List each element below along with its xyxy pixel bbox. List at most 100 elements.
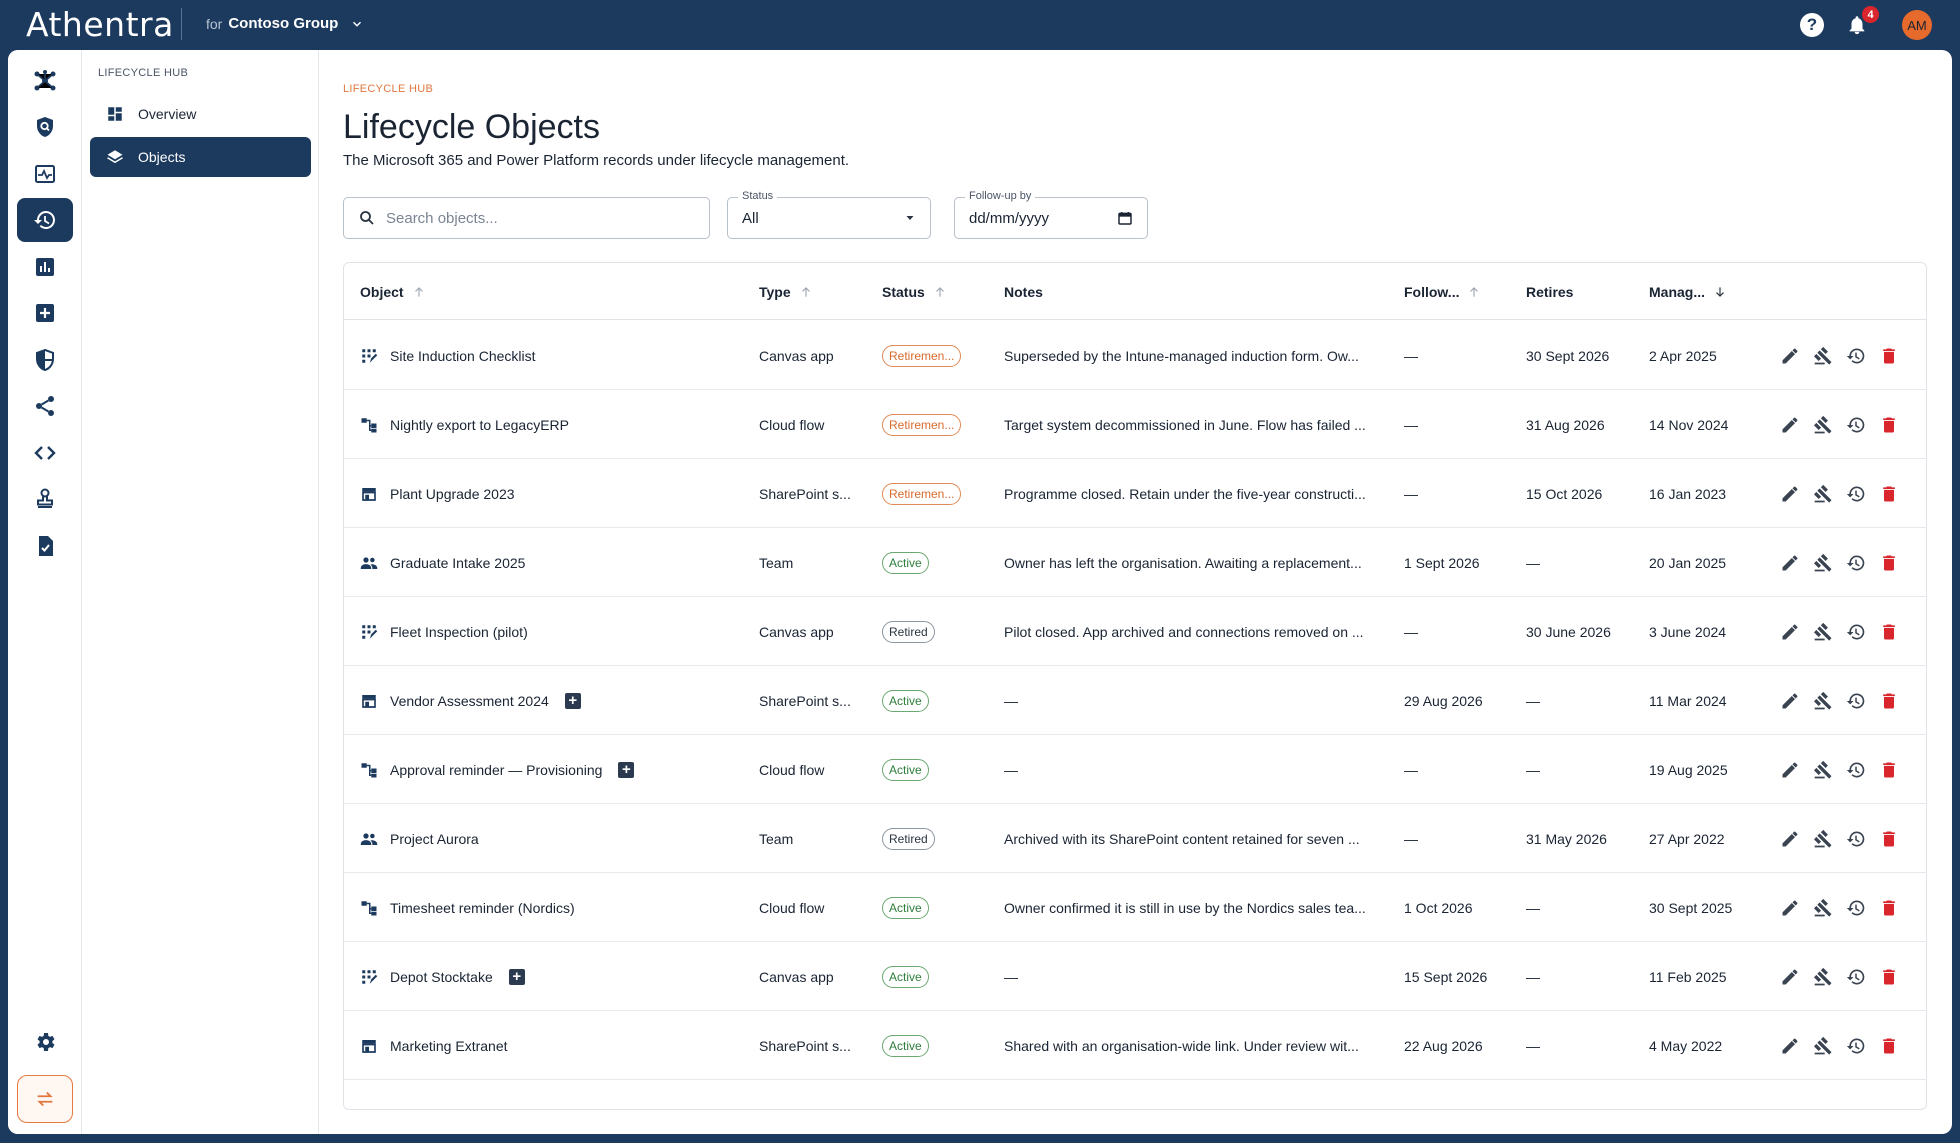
history-icon[interactable] [1846,1036,1866,1056]
table-row[interactable]: Nightly export to LegacyERP Cloud flow Ret… [344,390,1926,459]
rail-item-settings[interactable] [17,1020,73,1064]
table-row[interactable]: Graduate Intake 2025 Team Active Owner has … [344,528,1926,597]
delete-icon[interactable] [1879,553,1899,573]
rail-item-protection[interactable] [17,338,73,382]
delete-icon[interactable] [1879,967,1899,987]
table-row[interactable]: Timesheet reminder (Nordics) Cloud flow Ac… [344,873,1926,942]
gavel-icon[interactable] [1813,967,1833,987]
edit-icon[interactable] [1780,760,1800,780]
delete-icon[interactable] [1879,1036,1899,1056]
column-header-object[interactable]: Object [360,263,426,320]
column-header-notes[interactable]: Notes [1004,263,1043,320]
rail-item-reports[interactable] [17,245,73,289]
rail-item-compliance[interactable] [17,524,73,568]
notifications-button[interactable]: 4 [1844,5,1880,39]
edit-icon[interactable] [1780,415,1800,435]
delete-icon[interactable] [1879,622,1899,642]
column-header-followup[interactable]: Follow... [1404,263,1481,320]
edit-icon[interactable] [1780,898,1800,918]
history-icon[interactable] [1846,553,1866,573]
rail-item-security-search[interactable] [17,105,73,149]
followup-date-field[interactable]: Follow-up by dd/mm/yyyy [954,190,1148,239]
subnav-item-overview[interactable]: Overview [90,94,311,134]
delete-icon[interactable] [1879,691,1899,711]
table-row[interactable]: Project Aurora Team Retired Archived with i… [344,804,1926,873]
search-input[interactable] [386,209,686,227]
history-icon[interactable] [1846,346,1866,366]
delete-icon[interactable] [1879,484,1899,504]
history-icon[interactable] [1846,760,1866,780]
history-icon[interactable] [1846,415,1866,435]
history-icon[interactable] [1846,484,1866,504]
object-cell[interactable]: Vendor Assessment 2024 + [360,666,581,735]
search-box[interactable] [343,197,710,239]
gavel-icon[interactable] [1813,484,1833,504]
edit-icon[interactable] [1780,553,1800,573]
column-header-type[interactable]: Type [759,263,813,320]
tenant-switcher[interactable]: for Contoso Group [206,15,364,32]
object-cell[interactable]: Approval reminder — Provisioning + [360,735,635,804]
gavel-icon[interactable] [1813,691,1833,711]
add-box-icon[interactable]: + [618,761,635,778]
rail-item-approvals[interactable] [17,477,73,521]
help-icon[interactable]: ? [1800,13,1824,37]
edit-icon[interactable] [1780,346,1800,366]
object-cell[interactable]: Marketing Extranet [360,1011,508,1080]
gavel-icon[interactable] [1813,829,1833,849]
edit-icon[interactable] [1780,622,1800,642]
object-cell[interactable]: Graduate Intake 2025 [360,528,525,597]
delete-icon[interactable] [1879,829,1899,849]
status-select[interactable]: Status All [727,190,931,239]
table-row[interactable]: Plant Upgrade 2023 SharePoint s... Retirem… [344,459,1926,528]
rail-item-monitoring[interactable] [17,152,73,196]
rail-item-lifecycle[interactable] [17,198,73,242]
edit-icon[interactable] [1780,691,1800,711]
object-cell[interactable]: Timesheet reminder (Nordics) [360,873,575,942]
calendar-icon[interactable] [1117,210,1133,226]
column-header-managed[interactable]: Manag... [1649,263,1727,320]
history-icon[interactable] [1846,691,1866,711]
gavel-icon[interactable] [1813,898,1833,918]
gavel-icon[interactable] [1813,415,1833,435]
table-row[interactable]: Site Induction Checklist Canvas app Retire… [344,321,1926,390]
table-row[interactable]: Depot Stocktake + Canvas app Active — 15 Sept… [344,942,1926,1011]
brand-logo[interactable]: Athentra [26,5,174,44]
delete-icon[interactable] [1879,346,1899,366]
object-cell[interactable]: Plant Upgrade 2023 [360,459,515,528]
edit-icon[interactable] [1780,1036,1800,1056]
gavel-icon[interactable] [1813,1036,1833,1056]
user-avatar[interactable]: AM [1902,10,1932,40]
add-box-icon[interactable]: + [564,692,581,709]
edit-icon[interactable] [1780,967,1800,987]
history-icon[interactable] [1846,829,1866,849]
table-row[interactable]: Approval reminder — Provisioning + Cloud f… [344,735,1926,804]
switch-context-button[interactable] [17,1075,73,1123]
history-icon[interactable] [1846,967,1866,987]
table-row[interactable]: Vendor Assessment 2024 + SharePoint s... Ac… [344,666,1926,735]
rail-item-add[interactable] [17,291,73,335]
object-cell[interactable]: Site Induction Checklist [360,321,536,390]
gavel-icon[interactable] [1813,553,1833,573]
gavel-icon[interactable] [1813,346,1833,366]
table-row[interactable]: Fleet Inspection (pilot) Canvas app Retire… [344,597,1926,666]
object-cell[interactable]: Fleet Inspection (pilot) [360,597,528,666]
subnav-item-objects[interactable]: Objects [90,137,311,177]
delete-icon[interactable] [1879,415,1899,435]
column-header-status[interactable]: Status [882,263,947,320]
object-cell[interactable]: Nightly export to LegacyERP [360,390,569,459]
delete-icon[interactable] [1879,898,1899,918]
history-icon[interactable] [1846,898,1866,918]
edit-icon[interactable] [1780,829,1800,849]
history-icon[interactable] [1846,622,1866,642]
rail-item-sharing[interactable] [17,384,73,428]
gavel-icon[interactable] [1813,622,1833,642]
add-box-icon[interactable]: + [508,968,525,985]
gavel-icon[interactable] [1813,760,1833,780]
object-cell[interactable]: Depot Stocktake + [360,942,525,1011]
column-header-retires[interactable]: Retires [1526,263,1573,320]
rail-item-hub[interactable] [17,59,73,103]
rail-item-code[interactable] [17,431,73,475]
object-cell[interactable]: Project Aurora [360,804,479,873]
delete-icon[interactable] [1879,760,1899,780]
table-row[interactable]: Marketing Extranet SharePoint s... Active S… [344,1011,1926,1080]
